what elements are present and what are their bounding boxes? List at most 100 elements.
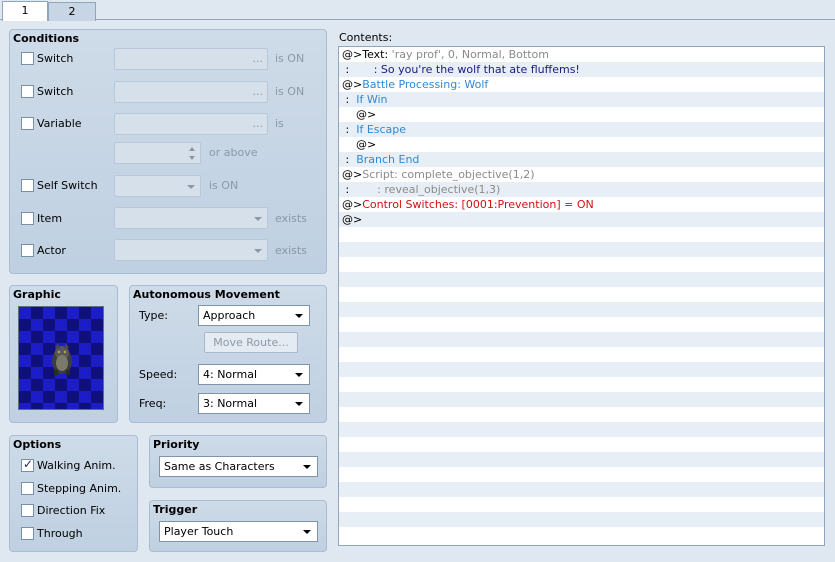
chevron-down-icon — [303, 530, 311, 534]
through-label: Through — [37, 527, 83, 540]
priority-value: Same as Characters — [164, 460, 275, 473]
command-text: : So you're the wolf that ate fluffems! — [373, 63, 580, 76]
command-line[interactable] — [339, 242, 824, 257]
variable-checkbox[interactable] — [21, 117, 34, 130]
command-line[interactable]: @> — [339, 137, 824, 152]
command-text: Control Switches: [0001:Prevention] = ON — [362, 198, 594, 211]
command-line[interactable] — [339, 287, 824, 302]
actor-state: exists — [275, 244, 307, 257]
command-line[interactable] — [339, 452, 824, 467]
spin-down-icon[interactable] — [189, 156, 195, 160]
command-text: Text: — [362, 48, 392, 61]
command-text: If Win — [356, 93, 388, 106]
ellipsis-icon: ... — [252, 117, 264, 130]
tab-bar: 1 2 — [0, 0, 835, 21]
command-line[interactable] — [339, 407, 824, 422]
command-prefix: : — [342, 153, 357, 166]
command-line[interactable] — [339, 272, 824, 287]
options-panel: Options Walking Anim. Stepping Anim. Dir… — [9, 435, 138, 552]
command-line[interactable]: @>Text: 'ray prof', 0, Normal, Bottom — [339, 47, 824, 62]
command-line[interactable] — [339, 422, 824, 437]
move-route-button[interactable]: Move Route... — [204, 332, 298, 353]
command-line[interactable] — [339, 527, 824, 542]
command-text: Script: complete_objective(1,2) — [362, 168, 535, 181]
actor-select[interactable] — [114, 239, 268, 261]
command-line[interactable] — [339, 302, 824, 317]
command-line[interactable]: @> — [339, 212, 824, 227]
command-line[interactable] — [339, 257, 824, 272]
command-line[interactable] — [339, 467, 824, 482]
walking-anim-label: Walking Anim. — [37, 459, 116, 472]
chevron-down-icon — [254, 249, 262, 253]
command-line[interactable]: : : reveal_objective(1,3) — [339, 182, 824, 197]
command-line[interactable]: : If Escape — [339, 122, 824, 137]
tab-page-1[interactable]: 1 — [2, 1, 48, 21]
chevron-down-icon — [187, 185, 195, 189]
event-command-list[interactable]: @>Text: 'ray prof', 0, Normal, Bottom : … — [338, 46, 825, 546]
command-line[interactable] — [339, 377, 824, 392]
wolf-sprite-icon — [52, 343, 72, 375]
command-line[interactable] — [339, 512, 824, 527]
speed-select[interactable]: 4: Normal — [198, 364, 310, 385]
self-switch-checkbox[interactable] — [21, 179, 34, 192]
command-params: 'ray prof', 0, Normal, Bottom — [391, 48, 549, 61]
type-select[interactable]: Approach — [198, 305, 310, 326]
command-line[interactable] — [339, 317, 824, 332]
stepping-anim-checkbox[interactable] — [21, 482, 34, 495]
direction-fix-label: Direction Fix — [37, 504, 106, 517]
actor-checkbox[interactable] — [21, 244, 34, 257]
trigger-select[interactable]: Player Touch — [159, 521, 318, 542]
command-line[interactable]: : If Win — [339, 92, 824, 107]
tab-page-2[interactable]: 2 — [48, 2, 96, 21]
through-checkbox[interactable] — [21, 527, 34, 540]
command-line[interactable] — [339, 497, 824, 512]
switch1-checkbox[interactable] — [21, 52, 34, 65]
command-line[interactable] — [339, 392, 824, 407]
command-text: Branch End — [356, 153, 420, 166]
command-prefix: : — [342, 183, 378, 196]
command-line[interactable]: @>Control Switches: [0001:Prevention] = … — [339, 197, 824, 212]
switch1-field[interactable]: ... — [114, 48, 268, 70]
command-line[interactable] — [339, 227, 824, 242]
graphic-preview[interactable] — [18, 306, 104, 410]
conditions-panel: Conditions Switch ... is ON Switch ... i… — [9, 29, 327, 274]
options-title: Options — [13, 438, 62, 451]
chevron-down-icon — [254, 217, 262, 221]
command-line[interactable] — [339, 437, 824, 452]
ellipsis-icon: ... — [252, 85, 264, 98]
switch2-field[interactable]: ... — [114, 81, 268, 103]
variable-value-stepper[interactable] — [114, 142, 201, 164]
command-line[interactable] — [339, 332, 824, 347]
priority-select[interactable]: Same as Characters — [159, 456, 318, 477]
command-line[interactable] — [339, 347, 824, 362]
command-line[interactable]: @>Battle Processing: Wolf — [339, 77, 824, 92]
direction-fix-checkbox[interactable] — [21, 504, 34, 517]
contents-label: Contents: — [339, 31, 393, 44]
command-line[interactable]: : Branch End — [339, 152, 824, 167]
freq-label: Freq: — [139, 397, 167, 410]
item-select[interactable] — [114, 207, 268, 229]
command-prefix: @> — [342, 168, 363, 181]
switch2-state: is ON — [275, 85, 305, 98]
switch2-label: Switch — [37, 85, 74, 98]
freq-select[interactable]: 3: Normal — [198, 393, 310, 414]
item-label: Item — [37, 212, 63, 225]
command-line[interactable] — [339, 482, 824, 497]
type-label: Type: — [139, 309, 168, 322]
command-line[interactable]: : : So you're the wolf that ate fluffems… — [339, 62, 824, 77]
priority-panel: Priority Same as Characters — [149, 435, 327, 488]
autonomous-movement-panel: Autonomous Movement Type: Approach Move … — [129, 285, 327, 423]
speed-value: 4: Normal — [203, 368, 258, 381]
variable-field[interactable]: ... — [114, 113, 268, 135]
command-line[interactable]: @> — [339, 107, 824, 122]
switch2-checkbox[interactable] — [21, 85, 34, 98]
walking-anim-checkbox[interactable] — [21, 457, 34, 472]
self-switch-label: Self Switch — [37, 179, 98, 192]
stepping-anim-label: Stepping Anim. — [37, 482, 122, 495]
command-line[interactable]: @>Script: complete_objective(1,2) — [339, 167, 824, 182]
item-checkbox[interactable] — [21, 212, 34, 225]
self-switch-select[interactable] — [114, 175, 201, 197]
command-line[interactable] — [339, 362, 824, 377]
item-state: exists — [275, 212, 307, 225]
spin-up-icon[interactable] — [189, 147, 195, 151]
